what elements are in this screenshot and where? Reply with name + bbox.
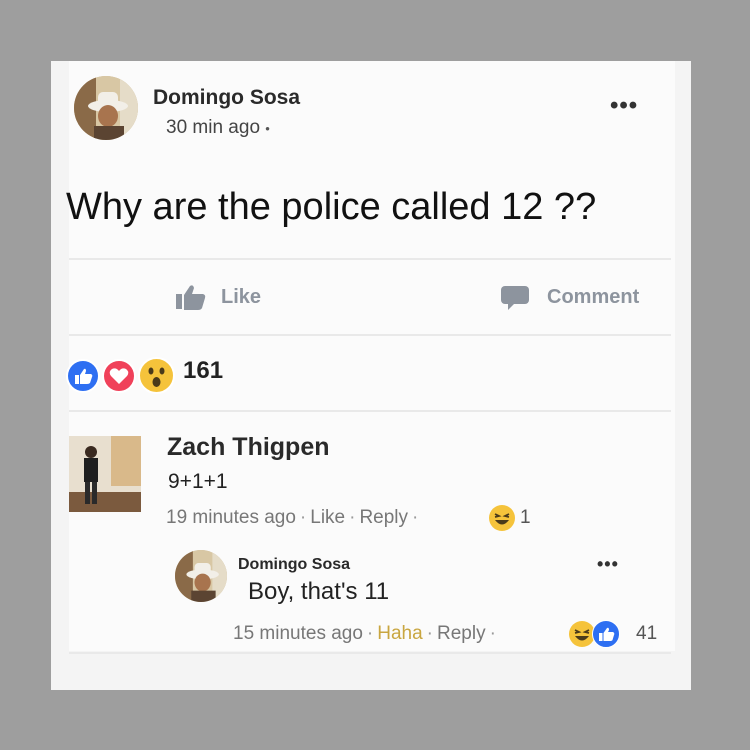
comment-author-avatar[interactable] (69, 436, 141, 512)
reply-reaction-count[interactable]: 41 (636, 623, 657, 645)
like-reaction-icon (66, 359, 100, 393)
divider-middle (69, 334, 671, 336)
like-button-label: Like (221, 286, 262, 308)
comment-reply-link[interactable]: Reply (359, 507, 408, 528)
reply-meta: 15 minutes ago · Haha · Reply · (233, 623, 500, 645)
comment-like-link[interactable]: Like (310, 507, 345, 528)
reactions-count[interactable]: 161 (183, 357, 223, 385)
wow-reaction-icon (138, 357, 175, 394)
like-reaction-icon (592, 620, 620, 648)
comment-text: 9+1+1 (168, 470, 228, 493)
comment-separator: · (349, 507, 356, 528)
comment-timestamp[interactable]: 19 minutes ago (166, 507, 296, 528)
post-time-text[interactable]: 30 min ago (166, 117, 260, 138)
reply-author-avatar[interactable] (175, 550, 227, 602)
reply-timestamp[interactable]: 15 minutes ago (233, 623, 363, 644)
comment-reaction-count[interactable]: 1 (520, 507, 531, 529)
comment-meta: 19 minutes ago · Like · Reply · (166, 507, 422, 529)
comment-button-label: Comment (547, 286, 640, 308)
reply-separator: · (366, 623, 374, 644)
reply-more-options-icon[interactable]: ••• (597, 554, 619, 575)
reply-author-name[interactable]: Domingo Sosa (238, 556, 350, 574)
divider-bottom (69, 410, 671, 412)
post-author-name[interactable]: Domingo Sosa (153, 86, 300, 110)
reply-reply-link[interactable]: Reply (437, 623, 486, 644)
divider-footer (69, 652, 671, 654)
comment-bubble-icon (500, 285, 530, 311)
reply-haha-link[interactable]: Haha (377, 623, 422, 644)
comment-author-name[interactable]: Zach Thigpen (167, 433, 330, 462)
comment-separator: · (412, 507, 419, 528)
comment-separator: · (299, 507, 307, 528)
reply-separator: · (426, 623, 433, 644)
love-reaction-icon (102, 359, 136, 393)
divider-top (69, 258, 671, 260)
post-timestamp[interactable]: 30 min ago • (166, 117, 270, 139)
haha-reaction-icon (489, 505, 515, 531)
post-author-avatar[interactable] (74, 76, 138, 140)
post-more-options-icon[interactable]: ••• (610, 92, 638, 120)
reply-text: Boy, that's 11 (248, 578, 390, 605)
thumbs-up-icon (175, 283, 207, 311)
reply-separator: · (489, 623, 496, 644)
post-time-separator: • (265, 121, 270, 136)
post-text: Why are the police called 12 ?? (66, 186, 597, 228)
